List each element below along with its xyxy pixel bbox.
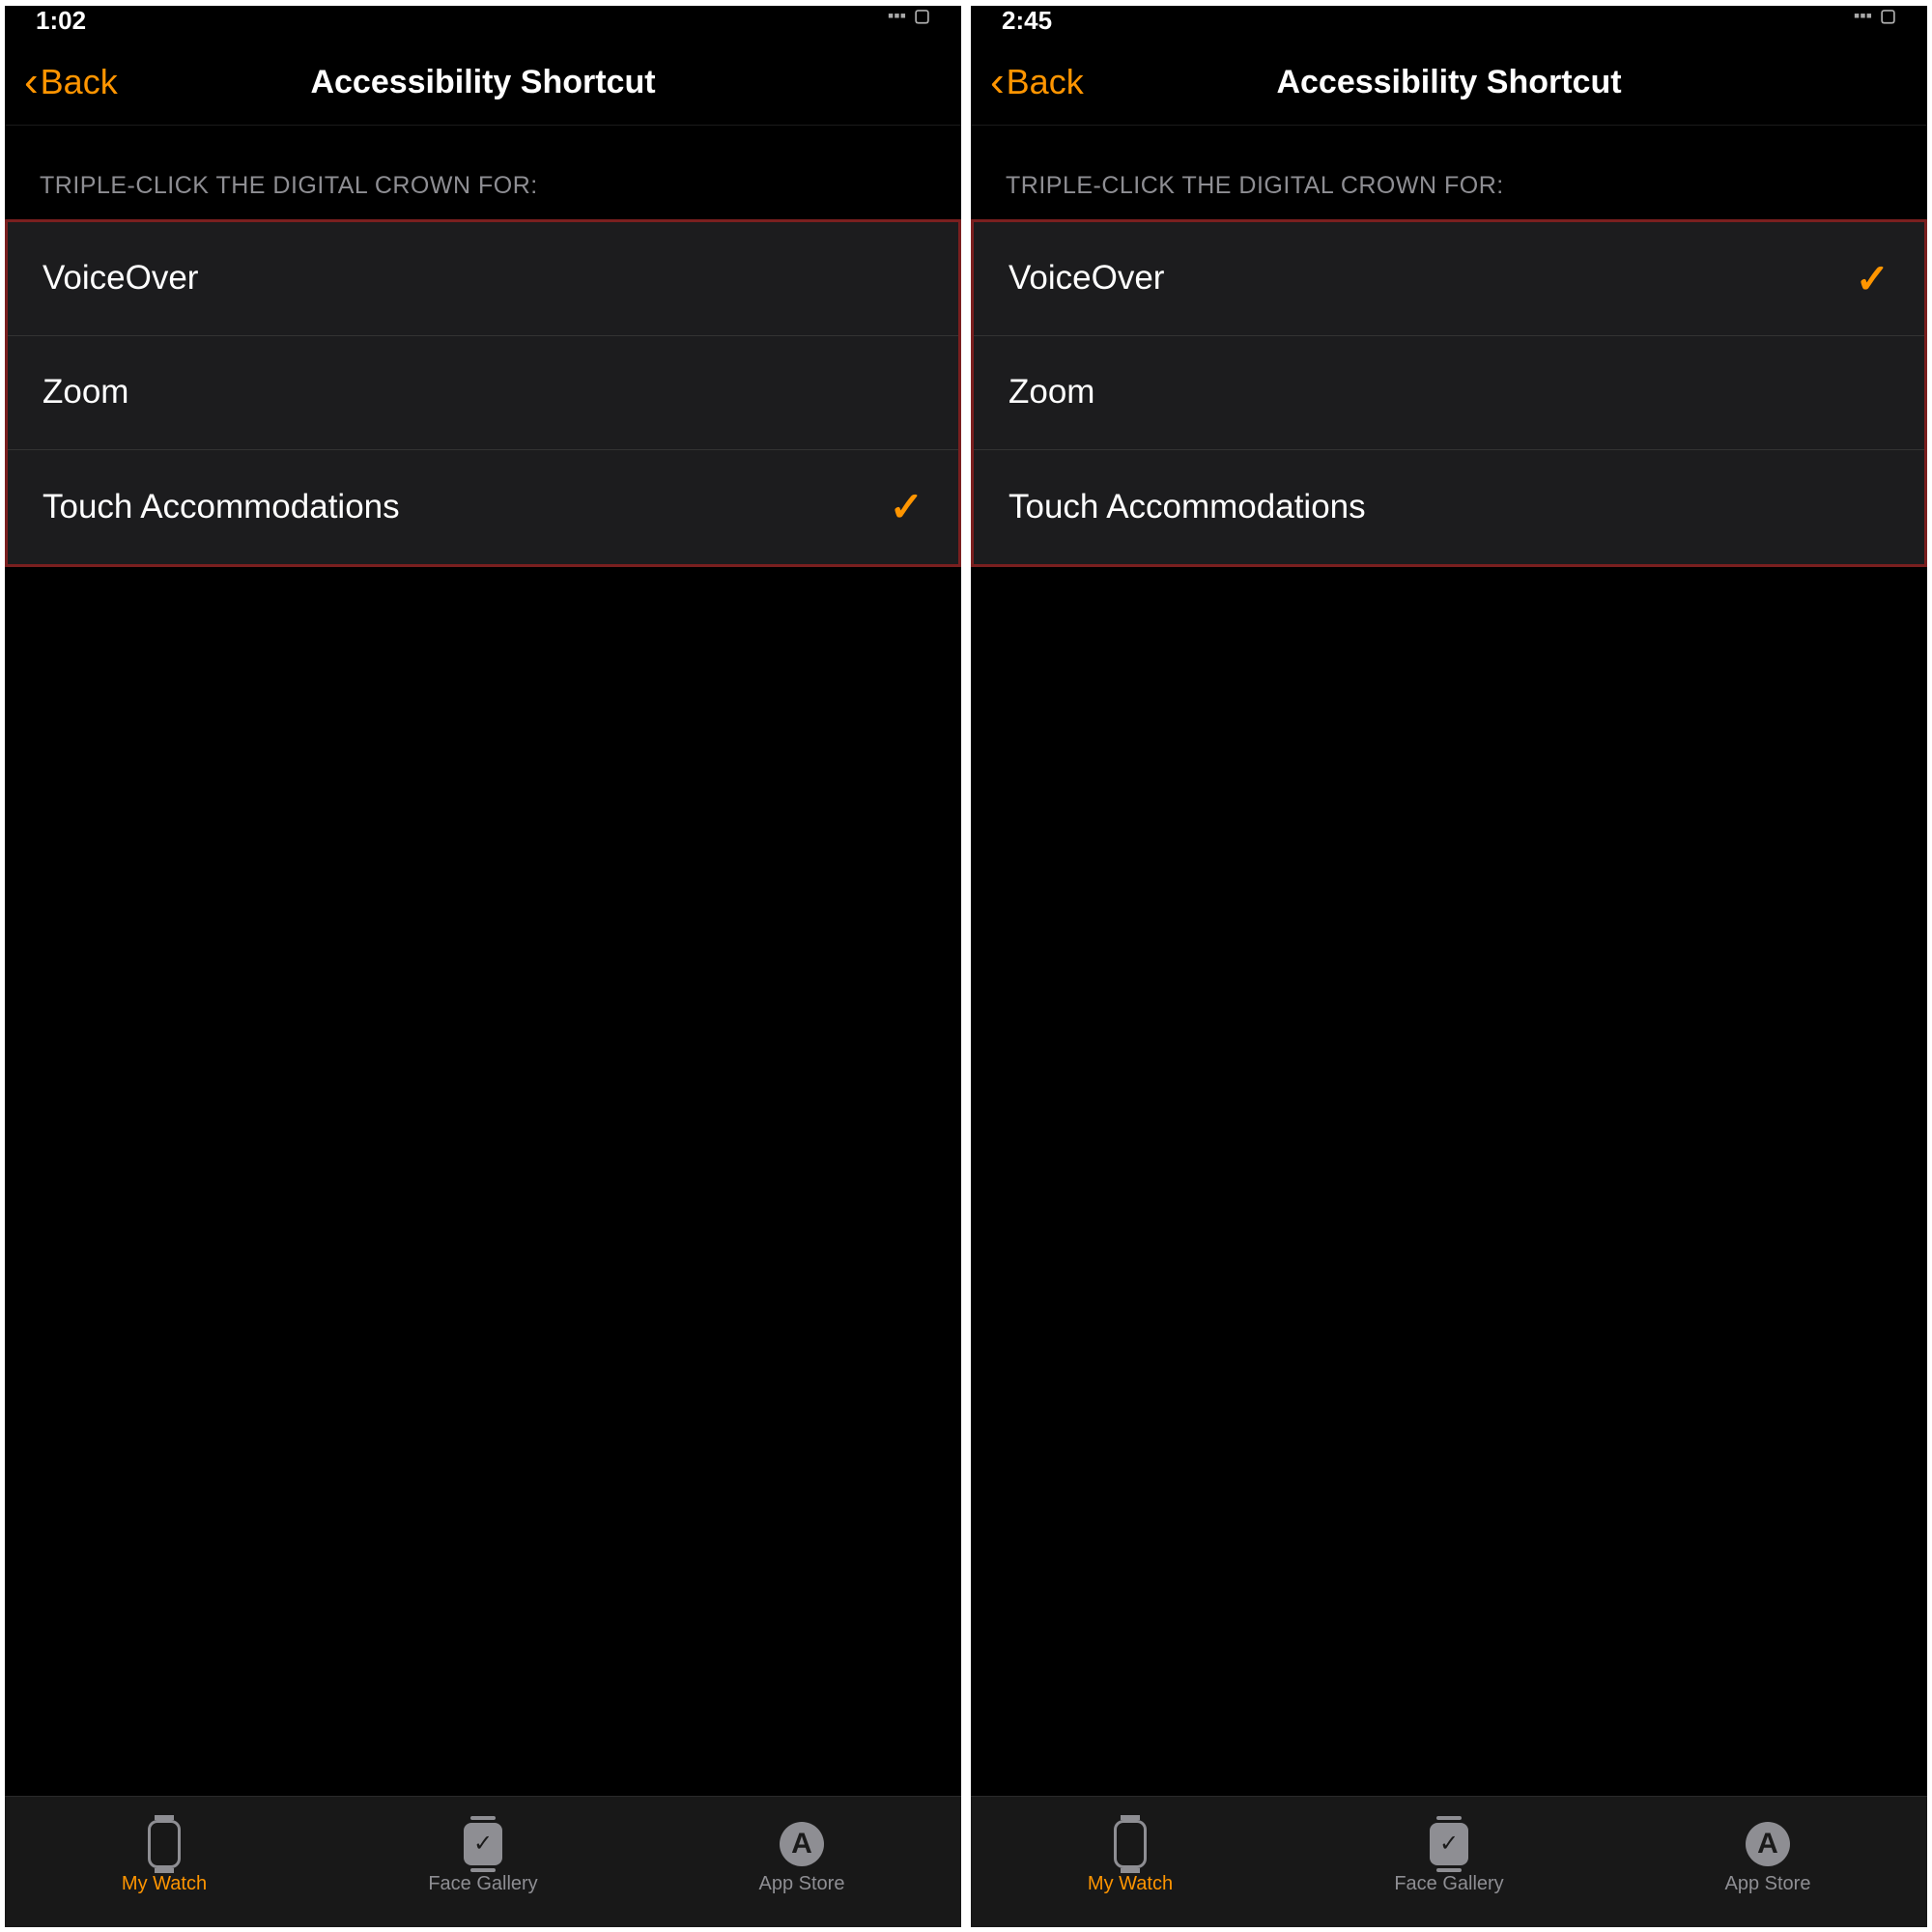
phone-left: 1:02 ▪▪▪ ▢ ‹ Back Accessibility Shortcut… [5, 6, 961, 1927]
chevron-left-icon: ‹ [24, 61, 39, 103]
back-label: Back [1007, 62, 1084, 102]
appstore-icon: A [779, 1821, 825, 1867]
checkmark-icon: ✓ [1856, 255, 1889, 302]
signal-icon: ▪▪▪ [888, 6, 906, 26]
option-voiceover[interactable]: VoiceOver ✓ [974, 222, 1924, 336]
tab-bar: My Watch ✓ Face Gallery A App Store [971, 1796, 1927, 1927]
option-label: Zoom [1009, 373, 1094, 412]
watch-icon [141, 1821, 187, 1867]
option-touch-accommodations[interactable]: Touch Accommodations ✓ [8, 450, 958, 564]
option-label: VoiceOver [43, 259, 198, 298]
back-label: Back [41, 62, 118, 102]
tab-label: Face Gallery [428, 1873, 537, 1895]
tab-label: App Store [759, 1873, 845, 1895]
tab-label: My Watch [1088, 1873, 1173, 1895]
option-label: Touch Accommodations [43, 488, 400, 526]
tab-label: My Watch [122, 1873, 207, 1895]
options-group: VoiceOver Zoom Touch Accommodations ✓ [5, 219, 961, 567]
option-label: VoiceOver [1009, 259, 1164, 298]
gallery-icon: ✓ [460, 1821, 506, 1867]
option-zoom[interactable]: Zoom [974, 336, 1924, 450]
status-time: 2:45 [1002, 6, 1052, 36]
status-bar: 2:45 ▪▪▪ ▢ [971, 6, 1927, 41]
tab-app-store[interactable]: A App Store [724, 1821, 879, 1895]
back-button[interactable]: ‹ Back [990, 61, 1084, 103]
gallery-icon: ✓ [1426, 1821, 1472, 1867]
tab-app-store[interactable]: A App Store [1690, 1821, 1845, 1895]
chevron-left-icon: ‹ [990, 61, 1005, 103]
option-voiceover[interactable]: VoiceOver [8, 222, 958, 336]
tab-my-watch[interactable]: My Watch [87, 1821, 242, 1895]
appstore-icon: A [1745, 1821, 1791, 1867]
tab-my-watch[interactable]: My Watch [1053, 1821, 1208, 1895]
option-label: Touch Accommodations [1009, 488, 1366, 526]
comparison-container: 1:02 ▪▪▪ ▢ ‹ Back Accessibility Shortcut… [5, 6, 1927, 1927]
watch-icon [1107, 1821, 1153, 1867]
options-group: VoiceOver ✓ Zoom Touch Accommodations [971, 219, 1927, 567]
phone-right: 2:45 ▪▪▪ ▢ ‹ Back Accessibility Shortcut… [971, 6, 1927, 1927]
tab-bar: My Watch ✓ Face Gallery A App Store [5, 1796, 961, 1927]
status-bar: 1:02 ▪▪▪ ▢ [5, 6, 961, 41]
tab-face-gallery[interactable]: ✓ Face Gallery [406, 1821, 560, 1895]
option-label: Zoom [43, 373, 128, 412]
section-header: TRIPLE-CLICK THE DIGITAL CROWN FOR: [5, 126, 961, 219]
status-indicators: ▪▪▪ ▢ [888, 6, 930, 26]
navigation-bar: ‹ Back Accessibility Shortcut [971, 41, 1927, 126]
signal-icon: ▪▪▪ [1854, 6, 1872, 26]
battery-icon: ▢ [1880, 6, 1896, 26]
status-indicators: ▪▪▪ ▢ [1854, 6, 1896, 26]
page-title: Accessibility Shortcut [310, 64, 655, 101]
option-zoom[interactable]: Zoom [8, 336, 958, 450]
back-button[interactable]: ‹ Back [24, 61, 118, 103]
tab-face-gallery[interactable]: ✓ Face Gallery [1372, 1821, 1526, 1895]
status-time: 1:02 [36, 6, 86, 36]
page-title: Accessibility Shortcut [1276, 64, 1621, 101]
section-header: TRIPLE-CLICK THE DIGITAL CROWN FOR: [971, 126, 1927, 219]
tab-label: Face Gallery [1394, 1873, 1503, 1895]
navigation-bar: ‹ Back Accessibility Shortcut [5, 41, 961, 126]
tab-label: App Store [1725, 1873, 1811, 1895]
battery-icon: ▢ [914, 6, 930, 26]
option-touch-accommodations[interactable]: Touch Accommodations [974, 450, 1924, 564]
checkmark-icon: ✓ [890, 483, 923, 530]
